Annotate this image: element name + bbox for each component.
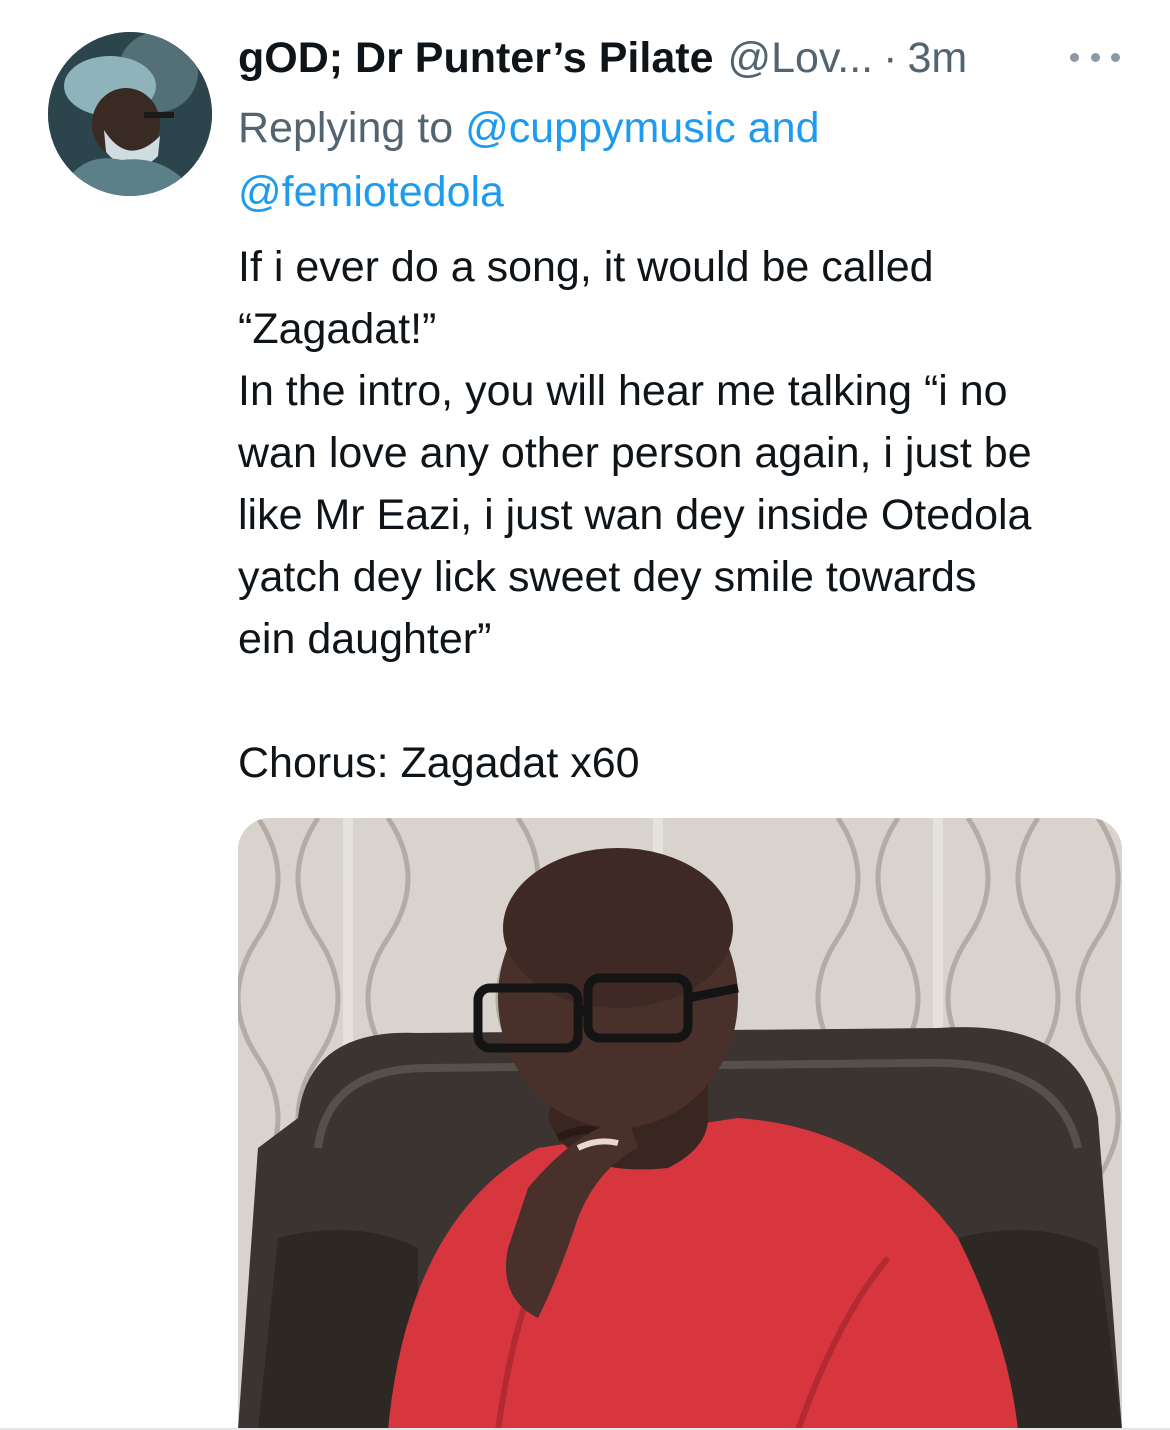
mention-femiotedola[interactable]: @femiotedola <box>238 168 504 216</box>
avatar[interactable] <box>48 32 212 196</box>
more-horizontal-icon[interactable] <box>1070 42 1120 72</box>
separator-dot: · <box>883 33 898 82</box>
tweet-media[interactable] <box>238 818 1122 1430</box>
replying-prefix: Replying to <box>238 104 454 152</box>
mention-cuppymusic[interactable]: @cuppymusic <box>465 104 736 152</box>
tweet-header: gOD; Dr Punter’s Pilate @Lov... · 3m <box>238 28 1138 88</box>
more-dot <box>1070 52 1079 62</box>
more-dot <box>1111 52 1120 62</box>
timestamp[interactable]: 3m <box>907 34 967 83</box>
display-name[interactable]: gOD; Dr Punter’s Pilate <box>238 34 713 83</box>
man-in-red-shirt-photo-icon <box>238 818 1122 1430</box>
user-handle[interactable]: @Lov... <box>727 34 873 83</box>
tweet-text: If i ever do a song, it would be called … <box>238 243 1032 787</box>
surgeon-avatar-icon <box>48 32 212 196</box>
tweet[interactable]: gOD; Dr Punter’s Pilate @Lov... · 3m Rep… <box>0 0 1170 1430</box>
mention-and[interactable]: and <box>748 104 820 152</box>
more-dot <box>1090 52 1100 62</box>
replying-to: Replying to @cuppymusic and @femiotedola <box>238 96 1118 224</box>
